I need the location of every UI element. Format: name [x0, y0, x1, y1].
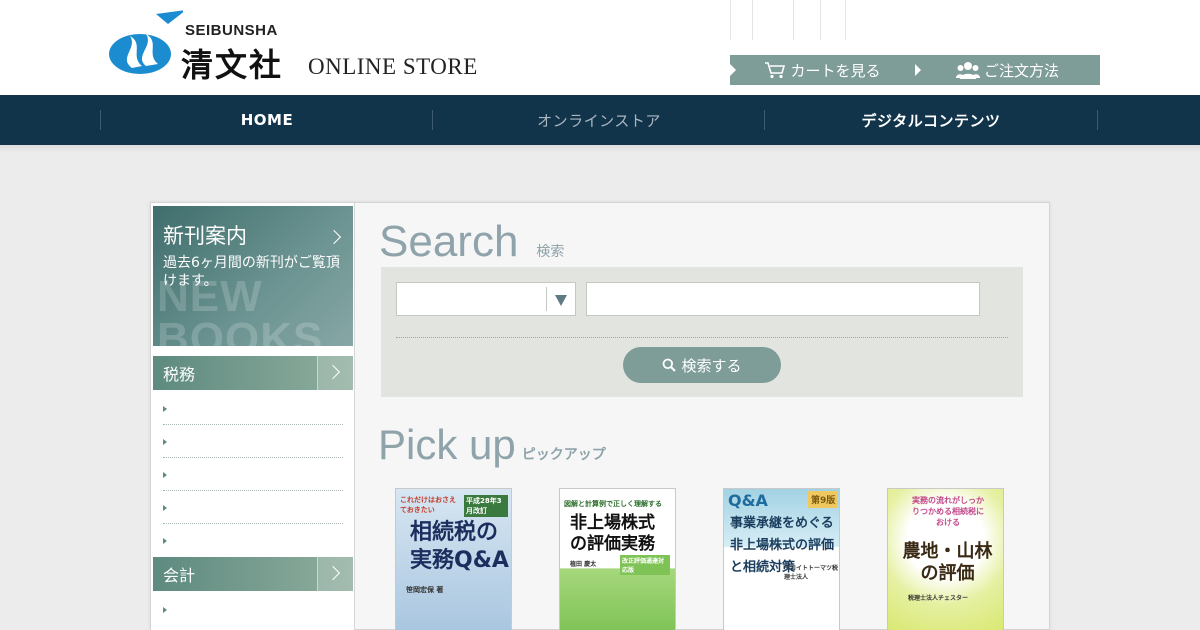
header-divider — [845, 0, 846, 40]
search-button-label: 検索する — [681, 356, 742, 375]
arrow-right-icon — [730, 64, 736, 76]
arrow-right-icon — [915, 64, 921, 76]
cart-icon — [764, 61, 786, 79]
header-links: カートを見る ご注文方法 — [730, 55, 1100, 85]
site-logo[interactable]: SEIBUNSHA 清文社 ONLINE STORE — [108, 10, 528, 84]
main-panel: NEW BOOKS 新刊案内 過去6ヶ月間の新刊がご覧頂けます。 税務 会計 S… — [150, 202, 1050, 630]
category-header-tax[interactable]: 税務 — [153, 356, 353, 390]
view-cart-label: カートを見る — [790, 61, 881, 80]
pickup-heading: Pick up ピックアップ — [378, 421, 606, 469]
select-divider — [546, 287, 547, 311]
category-label: 会計 — [163, 566, 196, 585]
category-list-item[interactable] — [163, 392, 343, 425]
book-badge: 平成28年3月改訂 — [464, 495, 508, 517]
book-cover[interactable]: 図解と計算例で正しく理解する 非上場株式の評価実務 植田 慶太 改正評価通達対応… — [559, 488, 676, 630]
nav-item-digital-contents[interactable]: デジタルコンテンツ — [765, 95, 1097, 145]
nav-item-label: デジタルコンテンツ — [861, 111, 1001, 130]
chevron-right-icon — [326, 229, 342, 245]
book-badge: 改正評価通達対応版 — [620, 555, 670, 575]
book-tagline: 実務の流れがしっかりつかめる相続税における — [911, 496, 985, 527]
nav-item-home[interactable]: HOME — [101, 95, 433, 145]
search-box: 検索する — [381, 267, 1023, 397]
dropdown-arrow-icon — [555, 295, 567, 306]
search-button[interactable]: 検索する — [623, 347, 781, 383]
chevron-right-icon — [325, 364, 341, 380]
main-nav: HOME オンラインストア デジタルコンテンツ — [0, 95, 1200, 145]
category-header-accounting[interactable]: 会計 — [153, 557, 353, 591]
search-category-select[interactable] — [396, 282, 576, 316]
site-header: SEIBUNSHA 清文社 ONLINE STORE カートを見る ご注文方法 — [0, 0, 1200, 95]
book-tagline: これだけはおさえておきたい — [400, 496, 456, 514]
book-author: 笹岡宏保 著 — [406, 586, 444, 594]
book-cover[interactable]: 実務の流れがしっかりつかめる相続税における 農地・山林の評価 税理士法人チェスタ… — [887, 488, 1004, 630]
book-cover[interactable]: Q&A 第9版 事業承継をめぐる非上場株式の評価と相続対策 デロイトトーマツ税理… — [723, 488, 840, 630]
chevron-right-icon — [325, 565, 341, 581]
nav-item-label: HOME — [240, 111, 294, 129]
view-cart-link[interactable]: カートを見る — [730, 55, 915, 85]
book-tagline: 図解と計算例で正しく理解する — [564, 500, 662, 508]
book-author: 税理士法人チェスター — [908, 595, 969, 602]
book-title: 相続税の実務Q&A — [410, 520, 509, 573]
search-input[interactable] — [586, 282, 980, 316]
category-tab — [317, 356, 353, 390]
header-divider — [730, 0, 731, 40]
category-list-item[interactable] — [163, 491, 343, 524]
bullet-icon — [163, 472, 167, 478]
book-author: 植田 慶太 — [570, 561, 597, 568]
search-title: Search — [379, 217, 519, 266]
nav-divider — [1097, 110, 1098, 130]
pickup-title: Pick up — [378, 421, 516, 468]
search-heading: Search 検索 — [379, 217, 564, 267]
book-title: 農地・山林の評価 — [902, 541, 993, 584]
bullet-icon — [163, 406, 167, 412]
search-subtitle: 検索 — [536, 244, 565, 260]
sidebar: NEW BOOKS 新刊案内 過去6ヶ月間の新刊がご覧頂けます。 税務 会計 — [151, 203, 355, 630]
book-title: 非上場株式の評価実務 — [570, 513, 655, 554]
search-divider — [396, 337, 1008, 338]
category-tab — [317, 557, 353, 591]
nav-item-label: オンラインストア — [537, 111, 661, 130]
brand-name-jp: 清文社 — [181, 46, 284, 84]
header-divider — [820, 0, 821, 40]
seibunsha-logo-icon — [109, 10, 183, 74]
order-guide-label: ご注文方法 — [983, 61, 1059, 80]
category-list-item[interactable] — [163, 593, 343, 626]
bullet-icon — [163, 538, 167, 544]
category-list-item[interactable] — [163, 425, 343, 458]
new-books-description: 過去6ヶ月間の新刊がご覧頂けます。 — [163, 255, 340, 289]
category-list-item[interactable] — [163, 524, 343, 557]
search-icon — [662, 358, 677, 372]
bullet-icon — [163, 439, 167, 445]
book-badge: 第9版 — [808, 491, 839, 508]
book-author: デロイトトーマツ税理士法人 — [784, 565, 839, 581]
pickup-subtitle: ピックアップ — [521, 447, 606, 463]
header-divider — [793, 0, 794, 40]
header-divider — [752, 0, 753, 40]
users-icon — [955, 61, 980, 79]
nav-item-online-store[interactable]: オンラインストア — [433, 95, 765, 145]
new-books-banner[interactable]: NEW BOOKS 新刊案内 過去6ヶ月間の新刊がご覧頂けます。 — [153, 206, 353, 346]
brand-store-label: ONLINE STORE — [308, 54, 478, 79]
bullet-icon — [163, 607, 167, 613]
category-label: 税務 — [163, 365, 196, 384]
book-tagline: Q&A — [728, 491, 768, 510]
brand-name-en: SEIBUNSHA — [185, 22, 278, 39]
category-list-item[interactable] — [163, 458, 343, 491]
book-cover[interactable]: これだけはおさえておきたい 平成28年3月改訂 相続税の実務Q&A 笹岡宏保 著 — [395, 488, 512, 630]
new-books-title: 新刊案内 — [163, 224, 247, 248]
bullet-icon — [163, 505, 167, 511]
order-guide-link[interactable]: ご注文方法 — [915, 55, 1100, 85]
